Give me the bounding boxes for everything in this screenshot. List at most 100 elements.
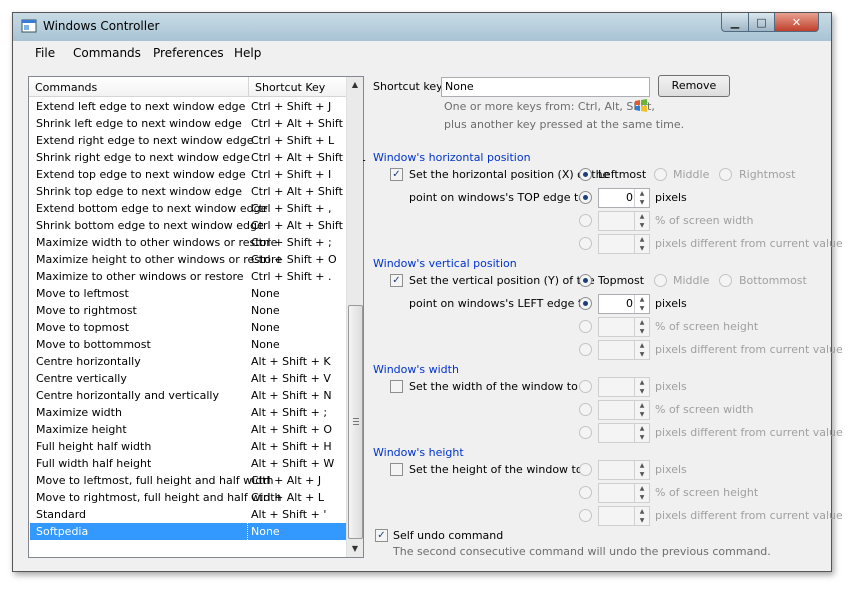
- radio-dot: [583, 278, 588, 283]
- y-percent-spinner[interactable]: ▲ ▼: [598, 317, 650, 337]
- spinner-arrows-icon[interactable]: ▲ ▼: [634, 212, 649, 230]
- width-diff-spinner[interactable]: ▲ ▼: [598, 423, 650, 443]
- menu-file[interactable]: File: [35, 46, 55, 60]
- spinner-arrows-icon[interactable]: ▲ ▼: [634, 401, 649, 419]
- label-bottommost: Bottommost: [739, 274, 807, 287]
- scroll-thumb[interactable]: [348, 305, 363, 539]
- list-item[interactable]: Maximize height Alt + Shift + O: [30, 421, 347, 438]
- list-item[interactable]: Standard Alt + Shift + ': [30, 506, 347, 523]
- shortcut-key-field[interactable]: None: [441, 77, 650, 97]
- list-item[interactable]: Move to rightmost None: [30, 302, 347, 319]
- x-percent-spinner[interactable]: ▲ ▼: [598, 211, 650, 231]
- remove-button[interactable]: Remove: [658, 75, 730, 97]
- list-item[interactable]: Move to rightmost, full height and half …: [30, 489, 347, 506]
- list-item[interactable]: Softpedia None: [30, 523, 347, 540]
- list-item[interactable]: Full height half width Alt + Shift + H: [30, 438, 347, 455]
- y-diff-unit: pixels different from current value: [655, 343, 843, 356]
- radio-height-pixels[interactable]: [579, 463, 592, 476]
- scroll-up-arrow-icon[interactable]: ▲: [347, 77, 363, 93]
- list-item[interactable]: Maximize width to other windows or resto…: [30, 234, 347, 251]
- list-item[interactable]: Maximize to other windows or restore Ctrl…: [30, 268, 347, 285]
- command-name: Standard: [36, 508, 87, 521]
- header-commands[interactable]: Commands: [35, 81, 97, 94]
- radio-y-diff[interactable]: [579, 343, 592, 356]
- radio-y-percent[interactable]: [579, 320, 592, 333]
- self-undo-hint: The second consecutive command will undo…: [393, 545, 771, 558]
- list-item[interactable]: Centre vertically Alt + Shift + V: [30, 370, 347, 387]
- radio-y-pixels[interactable]: [579, 297, 592, 310]
- list-item[interactable]: Shrink bottom edge to next window edge Ct…: [30, 217, 363, 234]
- app-window: Windows Controller ▁ □ ✕ File Commands P…: [12, 12, 843, 572]
- x-diff-spinner[interactable]: ▲ ▼: [598, 234, 650, 254]
- x-pixels-spinner[interactable]: 0 ▲ ▼: [598, 188, 650, 208]
- radio-x-percent[interactable]: [579, 214, 592, 227]
- list-scrollbar[interactable]: ▲ ▼: [346, 77, 363, 557]
- list-item[interactable]: Centre horizontally and vertically Alt + …: [30, 387, 347, 404]
- list-item[interactable]: Maximize width Alt + Shift + ;: [30, 404, 347, 421]
- radio-height-percent[interactable]: [579, 486, 592, 499]
- spinner-arrows-icon[interactable]: ▲ ▼: [634, 484, 649, 502]
- menu-help[interactable]: Help: [234, 46, 261, 60]
- minimize-button[interactable]: ▁: [721, 13, 749, 32]
- radio-x-diff[interactable]: [579, 237, 592, 250]
- list-item[interactable]: Extend bottom edge to next window edge Ct…: [30, 200, 347, 217]
- menu-commands[interactable]: Commands: [73, 46, 141, 60]
- self-undo-checkbox[interactable]: ✓: [375, 529, 388, 542]
- radio-width-percent[interactable]: [579, 403, 592, 416]
- scroll-down-arrow-icon[interactable]: ▼: [347, 541, 363, 557]
- command-name: Shrink bottom edge to next window edge: [36, 219, 264, 232]
- spinner-arrows-icon[interactable]: ▲ ▼: [634, 235, 649, 253]
- list-item[interactable]: Full width half height Alt + Shift + W: [30, 455, 347, 472]
- spinner-arrows-icon[interactable]: ▲ ▼: [634, 378, 649, 396]
- command-shortcut: Alt + Shift + ;: [251, 406, 328, 419]
- radio-bottommost[interactable]: [719, 274, 732, 287]
- spinner-arrows-icon[interactable]: ▲ ▼: [634, 424, 649, 442]
- horizontal-checkbox[interactable]: ✓: [390, 168, 403, 181]
- list-item[interactable]: Shrink right edge to next window edge Ctr…: [30, 149, 365, 166]
- header-separator[interactable]: [248, 77, 249, 96]
- radio-topmost[interactable]: [579, 274, 592, 287]
- spinner-arrows-icon[interactable]: ▲ ▼: [634, 461, 649, 479]
- radio-leftmost[interactable]: [579, 168, 592, 181]
- list-item[interactable]: Extend left edge to next window edge Ctrl…: [30, 98, 347, 115]
- height-percent-spinner[interactable]: ▲ ▼: [598, 483, 650, 503]
- list-item[interactable]: Extend top edge to next window edge Ctrl …: [30, 166, 347, 183]
- vertical-checkbox[interactable]: ✓: [390, 274, 403, 287]
- radio-middle-x[interactable]: [654, 168, 667, 181]
- close-button[interactable]: ✕: [774, 13, 819, 32]
- height-pixels-spinner[interactable]: ▲ ▼: [598, 460, 650, 480]
- commands-list[interactable]: Commands Shortcut Key Extend left edge t…: [28, 76, 365, 558]
- spinner-arrows-icon[interactable]: ▲ ▼: [634, 507, 649, 525]
- list-item[interactable]: Shrink left edge to next window edge Ctrl…: [30, 115, 362, 132]
- y-diff-spinner[interactable]: ▲ ▼: [598, 340, 650, 360]
- list-item[interactable]: Move to leftmost, full height and half w…: [30, 472, 347, 489]
- menu-preferences[interactable]: Preferences: [153, 46, 224, 60]
- list-item[interactable]: Extend right edge to next window edge Ctr…: [30, 132, 347, 149]
- radio-height-diff[interactable]: [579, 509, 592, 522]
- list-item[interactable]: Maximize height to other windows or rest…: [30, 251, 347, 268]
- command-name: Centre horizontally and vertically: [36, 389, 219, 402]
- radio-x-pixels[interactable]: [579, 191, 592, 204]
- spinner-arrows-icon[interactable]: ▲ ▼: [634, 318, 649, 336]
- height-checkbox[interactable]: [390, 463, 403, 476]
- list-item[interactable]: Shrink top edge to next window edge Ctrl …: [30, 183, 362, 200]
- header-shortcut-key[interactable]: Shortcut Key: [255, 81, 325, 94]
- list-item[interactable]: Centre horizontally Alt + Shift + K: [30, 353, 347, 370]
- radio-width-diff[interactable]: [579, 426, 592, 439]
- spinner-arrows-icon[interactable]: ▲ ▼: [634, 189, 649, 207]
- width-percent-spinner[interactable]: ▲ ▼: [598, 400, 650, 420]
- width-pixels-spinner[interactable]: ▲ ▼: [598, 377, 650, 397]
- y-pixels-spinner[interactable]: 0 ▲ ▼: [598, 294, 650, 314]
- radio-middle-y[interactable]: [654, 274, 667, 287]
- radio-rightmost[interactable]: [719, 168, 732, 181]
- radio-width-pixels[interactable]: [579, 380, 592, 393]
- list-item[interactable]: Move to topmost None: [30, 319, 347, 336]
- maximize-button[interactable]: □: [748, 13, 775, 32]
- title-bar[interactable]: Windows Controller ▁ □ ✕: [13, 13, 831, 41]
- list-item[interactable]: Move to bottommost None: [30, 336, 347, 353]
- spinner-arrows-icon[interactable]: ▲ ▼: [634, 295, 649, 313]
- width-checkbox[interactable]: [390, 380, 403, 393]
- height-diff-spinner[interactable]: ▲ ▼: [598, 506, 650, 526]
- list-item[interactable]: Move to leftmost None: [30, 285, 347, 302]
- spinner-arrows-icon[interactable]: ▲ ▼: [634, 341, 649, 359]
